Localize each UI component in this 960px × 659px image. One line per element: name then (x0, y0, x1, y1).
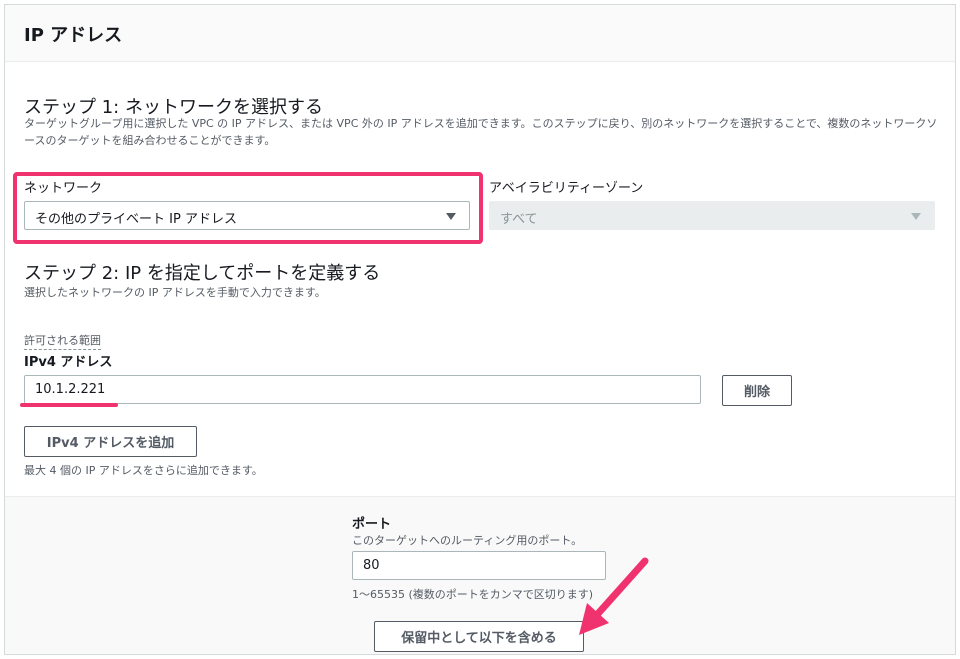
availability-zone-label: アベイラビリティーゾーン (489, 181, 644, 196)
availability-zone-value: すべて (500, 212, 538, 227)
add-ipv4-address-button[interactable]: IPv4 アドレスを追加 (24, 426, 197, 457)
port-section: ポート このターゲットへのルーティング用のポート。 80 1〜65535 (複数… (5, 496, 955, 654)
ipv4-address-value: 10.1.2.221 (35, 382, 106, 397)
caret-down-icon (911, 213, 921, 220)
panel-header: IP アドレス (5, 5, 955, 62)
ipv4-underline-annotation (20, 403, 118, 407)
availability-zone-select: すべて (489, 201, 935, 230)
network-highlight-annotation (13, 172, 483, 244)
pointer-arrow-annotation (579, 557, 649, 635)
remove-button[interactable]: 削除 (722, 375, 792, 406)
ipv4-address-input[interactable]: 10.1.2.221 (24, 375, 701, 404)
ipv4-address-label: IPv4 アドレス (24, 355, 113, 370)
permitted-range-info[interactable]: 許可される範囲 (24, 332, 101, 350)
add-ip-hint: 最大 4 個の IP アドレスをさらに追加できます。 (24, 464, 263, 477)
port-label: ポート (352, 517, 392, 532)
panel-title: IP アドレス (24, 25, 123, 46)
port-value: 80 (363, 558, 380, 573)
step1-description: ターゲットグループ用に選択した VPC の IP アドレス、または VPC 外の… (24, 117, 938, 147)
step2-title: ステップ 2: IP を指定してポートを定義する (24, 263, 381, 284)
port-description: このターゲットへのルーティング用のポート。 (352, 534, 583, 547)
step2-description: 選択したネットワークの IP アドレスを手動で入力できます。 (24, 286, 326, 299)
include-as-pending-button[interactable]: 保留中として以下を含める (374, 621, 584, 652)
ip-address-panel: IP アドレス ステップ 1: ネットワークを選択する ターゲットグループ用に選… (4, 4, 956, 655)
port-hint: 1〜65535 (複数のポートをカンマで区切ります) (352, 588, 594, 601)
